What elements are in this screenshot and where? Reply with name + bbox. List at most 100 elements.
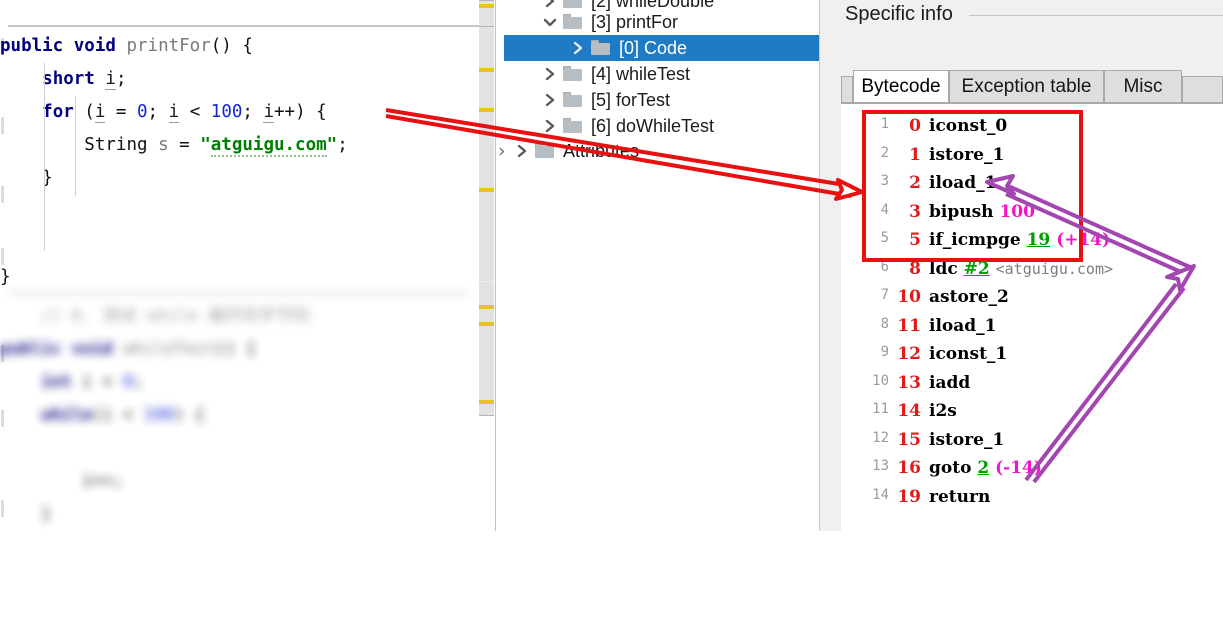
warning-marker[interactable] <box>479 188 494 192</box>
tree-item-3-printfor[interactable]: [3] printFor <box>504 9 819 35</box>
editor-scrollbar[interactable] <box>479 0 495 531</box>
bytecode-instruction[interactable]: iload_1 <box>929 173 997 193</box>
code-token: } <box>40 504 52 524</box>
bytecode-instruction[interactable]: iload_1 <box>929 316 997 336</box>
bytecode-mnemonic: ldc <box>929 258 958 279</box>
code-method-printfor[interactable]: public void printFor() { short i; for (i… <box>0 30 470 294</box>
scrollbar-divider <box>479 415 494 416</box>
chevron-right-icon[interactable] <box>538 93 562 107</box>
code-token: // 6. 测试 while 循环的字节码 <box>40 306 311 326</box>
tab-misc[interactable]: Misc <box>1104 70 1182 102</box>
tree-item-0-code[interactable]: [0] Code <box>504 35 819 61</box>
code-token: i <box>81 372 93 392</box>
bytecode-instruction[interactable]: istore_1 <box>929 430 1004 450</box>
code-token: void <box>73 36 116 56</box>
bytecode-line-number: 14 <box>872 486 889 503</box>
bytecode-row[interactable]: 14 19 return <box>841 487 1223 516</box>
bytecode-instruction[interactable]: if_icmpge 19 (+14) <box>929 230 1110 250</box>
bytecode-mnemonic: iadd <box>929 372 971 393</box>
tree-item-4-whiletest[interactable]: [4] whileTest <box>504 61 819 87</box>
bytecode-operand[interactable]: #2 <box>964 259 990 279</box>
warning-marker[interactable] <box>479 322 494 326</box>
code-token: void <box>71 339 113 359</box>
code-line: short i; <box>0 63 470 96</box>
class-structure-tree[interactable]: [2] whileDouble [3] printFor [0] Code [4] w… <box>504 0 831 531</box>
code-token: 100 <box>143 405 175 425</box>
warning-marker[interactable] <box>479 108 494 112</box>
specific-info-title: Specific info <box>845 3 953 25</box>
tree-item-5-fortest[interactable]: [5] forTest <box>504 87 819 113</box>
code-editor-panel[interactable]: public void printFor() { short i; for (i… <box>0 0 504 531</box>
bytecode-instruction[interactable]: iconst_1 <box>929 344 1007 364</box>
code-line: // 6. 测试 while 循环的字节码 <box>0 300 470 333</box>
bytecode-row[interactable]: 2 1 istore_1 <box>841 145 1223 174</box>
bytecode-row[interactable]: 9 12 iconst_1 <box>841 344 1223 373</box>
warning-marker[interactable] <box>479 68 494 72</box>
bytecode-row[interactable]: 12 15 istore_1 <box>841 430 1223 459</box>
chevron-right-icon[interactable] <box>538 119 562 133</box>
bytecode-line-number: 11 <box>872 401 889 417</box>
bytecode-instruction[interactable]: astore_2 <box>929 287 1009 307</box>
bytecode-row[interactable]: 10 13 iadd <box>841 373 1223 402</box>
chevron-down-icon[interactable] <box>538 17 562 28</box>
chevron-right-icon[interactable] <box>566 41 590 55</box>
code-blurred-region[interactable]: // 6. 测试 while 循环的字节码 public void whileTe… <box>0 292 470 531</box>
bytecode-mnemonic: return <box>929 486 991 507</box>
warning-marker[interactable] <box>479 305 494 309</box>
bytecode-offset: 11 <box>897 315 921 336</box>
scrollbar-thumb[interactable] <box>479 0 494 416</box>
warning-marker[interactable] <box>479 400 494 404</box>
tree-item-6-dowhiletest[interactable]: [6] doWhileTest <box>504 113 819 139</box>
bytecode-instruction[interactable]: iconst_0 <box>929 116 1007 136</box>
chevron-right-icon[interactable] <box>538 0 562 8</box>
bytecode-line-number: 12 <box>872 429 889 446</box>
bytecode-instruction[interactable]: return <box>929 487 990 507</box>
bytecode-row[interactable]: 8 11 iload_1 <box>841 316 1223 345</box>
bytecode-operand[interactable]: 19 <box>1027 230 1051 250</box>
bytecode-offset: 13 <box>897 372 921 393</box>
info-tab-strip[interactable]: Bytecode Exception table Misc <box>841 70 1223 102</box>
code-line: public void whileTest() { <box>0 333 470 366</box>
bytecode-row[interactable]: 3 2 iload_1 <box>841 173 1223 202</box>
chevron-right-icon[interactable] <box>510 144 534 158</box>
code-line: } <box>0 498 470 531</box>
bytecode-offset: 15 <box>897 429 921 450</box>
tab-strip-stub <box>841 76 853 102</box>
bytecode-row[interactable]: 4 3 bipush 100 <box>841 202 1223 231</box>
bytecode-operand[interactable]: 100 <box>999 202 1035 222</box>
bytecode-offset: 19 <box>897 486 921 507</box>
code-token: String <box>84 135 148 155</box>
bytecode-operand[interactable]: 2 <box>977 458 989 478</box>
code-token: " <box>200 135 211 155</box>
bytecode-offset: 1 <box>909 144 921 165</box>
code-token: atguigu.com <box>210 135 327 157</box>
warning-marker[interactable] <box>479 4 494 8</box>
bytecode-instruction[interactable]: bipush 100 <box>929 202 1035 222</box>
bytecode-offset: 2 <box>909 173 921 193</box>
tree-scrollbar[interactable] <box>820 0 831 531</box>
tree-item-label: [0] Code <box>619 37 688 58</box>
bytecode-row[interactable]: 7 10 astore_2 <box>841 287 1223 316</box>
tree-item-label: [4] whileTest <box>591 63 691 84</box>
tree-item-attributes[interactable]: Attributes <box>504 138 819 164</box>
bytecode-row[interactable]: 6 8 ldc #2 <atguigu.com> <box>841 259 1223 288</box>
folder-icon <box>562 14 584 30</box>
code-token: ) { <box>174 405 205 425</box>
bytecode-row[interactable]: 1 0 iconst_0 <box>841 116 1223 145</box>
bytecode-instruction[interactable]: iadd <box>929 373 970 393</box>
code-line: i++; <box>0 465 470 498</box>
bytecode-row[interactable]: 5 5 if_icmpge 19 (+14) <box>841 230 1223 259</box>
bytecode-instruction[interactable]: i2s <box>929 401 957 421</box>
tab-exception-table[interactable]: Exception table <box>949 70 1104 102</box>
bytecode-tab-content[interactable]: 1 0 iconst_0 2 1 istore_1 3 2 iload_1 4 3 bipush 10… <box>841 102 1223 531</box>
bytecode-row[interactable]: 11 14 i2s <box>841 401 1223 430</box>
bytecode-offset: 8 <box>909 258 921 279</box>
tab-bytecode[interactable]: Bytecode <box>853 70 949 102</box>
bytecode-row[interactable]: 13 16 goto 2 (-14) <box>841 458 1223 487</box>
bytecode-instruction[interactable]: goto 2 (-14) <box>929 458 1042 478</box>
bytecode-instruction[interactable]: ldc #2 <atguigu.com> <box>929 259 1113 279</box>
chevron-right-icon[interactable] <box>538 67 562 81</box>
bytecode-instruction[interactable]: istore_1 <box>929 145 1004 165</box>
code-token: 0 <box>122 372 134 392</box>
